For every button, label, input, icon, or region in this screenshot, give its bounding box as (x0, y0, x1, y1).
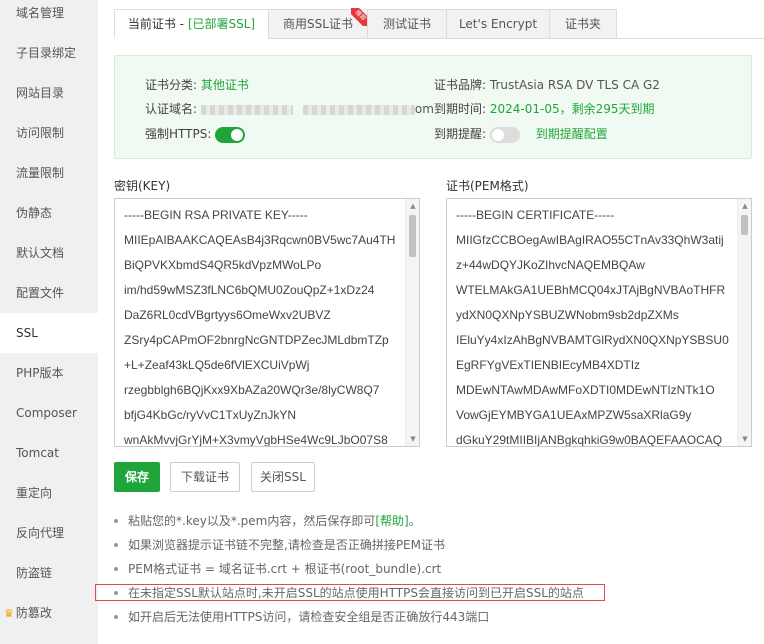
scroll-down-icon[interactable]: ▼ (738, 432, 751, 446)
sidebar: 域名管理 子目录绑定 网站目录 访问限制 流量限制 伪静态 默认文档 配置文件 … (0, 0, 98, 644)
scroll-down-icon[interactable]: ▼ (406, 432, 419, 446)
key-scrollbar[interactable]: ▲ ▼ (405, 199, 419, 446)
crown-icon: ♛ (4, 607, 14, 620)
tab-lets-encrypt[interactable]: Let's Encrypt (446, 9, 550, 39)
bullet-icon (114, 542, 118, 547)
cert-category-label: 证书分类: (145, 78, 198, 92)
sidebar-item-rewrite[interactable]: 伪静态 (0, 193, 98, 233)
bullet-icon (114, 614, 118, 619)
redacted-domain (200, 104, 293, 115)
sidebar-item-access-limit[interactable]: 访问限制 (0, 113, 98, 153)
tab-cert-folder[interactable]: 证书夹 (549, 9, 617, 39)
help-item-highlighted: 在未指定SSL默认站点时,未开启SSL的站点使用HTTPS会直接访问到已开启SS… (114, 584, 584, 601)
help-item: 粘贴您的*.key以及*.pem内容，然后保存即可[帮助]。 (114, 512, 421, 529)
key-content: -----BEGIN RSA PRIVATE KEY----- MIIEpAIB… (124, 208, 396, 447)
key-label: 密钥(KEY) (114, 179, 171, 193)
cert-brand-value: TrustAsia RSA DV TLS CA G2 (489, 78, 660, 92)
sidebar-item-label: 防篡改 (15, 606, 52, 620)
cert-content: -----BEGIN CERTIFICATE----- MIIGfzCCBOeg… (456, 208, 729, 447)
force-https-toggle[interactable] (215, 126, 246, 143)
help-item: 如果浏览器提示证书链不完整,请检查是否正确拼接PEM证书 (114, 536, 445, 553)
sidebar-item-subdir[interactable]: 子目录绑定 (0, 33, 98, 73)
sidebar-item-reverse-proxy[interactable]: 反向代理 (0, 513, 98, 553)
sidebar-item-traffic-limit[interactable]: 流量限制 (0, 153, 98, 193)
sidebar-item-tomcat[interactable]: Tomcat (0, 433, 98, 473)
cert-info-panel: 证书分类: 其他证书 认证域名: om 强制HTTPS: 证书品牌: Trust… (114, 55, 752, 159)
ssl-status: [已部署SSL] (187, 17, 256, 31)
scroll-up-icon[interactable]: ▲ (738, 199, 751, 213)
tab-current-cert[interactable]: 当前证书 - [已部署SSL] (114, 9, 269, 39)
cert-brand-label: 证书品牌: (434, 78, 487, 92)
expire-remind: 到期提醒: 到期提醒配置 (434, 125, 608, 143)
ssl-panel: 当前证书 - [已部署SSL] 商用SSL证书 推荐 测试证书 Let's En… (95, 0, 764, 644)
cert-brand: 证书品牌: TrustAsia RSA DV TLS CA G2 (434, 76, 660, 93)
save-button[interactable]: 保存 (114, 462, 160, 492)
cert-expire-label: 到期时间: (434, 102, 487, 116)
scroll-thumb[interactable] (741, 215, 748, 235)
cert-scrollbar[interactable]: ▲ ▼ (737, 199, 751, 446)
sidebar-item-redirect[interactable]: 重定向 (0, 473, 98, 513)
force-https-label: 强制HTTPS: (145, 127, 212, 141)
sidebar-item-domain[interactable]: 域名管理 (0, 0, 98, 33)
sidebar-item-composer[interactable]: Composer (0, 393, 98, 433)
key-textarea[interactable]: -----BEGIN RSA PRIVATE KEY----- MIIEpAIB… (114, 198, 420, 447)
bullet-icon (114, 518, 118, 523)
bullet-icon (114, 566, 118, 571)
cert-expire-value: 2024-01-05，剩余295天到期 (489, 102, 655, 116)
cert-domain-suffix: om (414, 102, 434, 116)
download-cert-button[interactable]: 下载证书 (170, 462, 240, 492)
sidebar-item-default-doc[interactable]: 默认文档 (0, 233, 98, 273)
close-ssl-button[interactable]: 关闭SSL (251, 462, 315, 492)
sidebar-item-hotlink[interactable]: 防盗链 (0, 553, 98, 593)
expire-remind-config-link[interactable]: 到期提醒配置 (536, 127, 608, 141)
sidebar-item-tamper-proof[interactable]: ♛ 防篡改 (0, 593, 98, 633)
sidebar-item-php-version[interactable]: PHP版本 (0, 353, 98, 393)
help-item: 如开启后无法使用HTTPS访问，请检查安全组是否正确放行443端口 (114, 608, 489, 625)
scroll-up-icon[interactable]: ▲ (406, 199, 419, 213)
sidebar-item-ssl[interactable]: SSL (0, 313, 98, 353)
help-item: PEM格式证书 = 域名证书.crt + 根证书(root_bundle).cr… (114, 560, 441, 577)
tab-label: 当前证书 - (127, 17, 188, 31)
cert-expire: 到期时间: 2024-01-05，剩余295天到期 (434, 100, 655, 117)
expire-remind-label: 到期提醒: (434, 127, 487, 141)
tab-label: 商用SSL证书 (283, 17, 353, 31)
help-link[interactable]: [帮助] (375, 514, 408, 528)
cert-textarea[interactable]: -----BEGIN CERTIFICATE----- MIIGfzCCBOeg… (446, 198, 752, 447)
cert-domain-label: 认证域名: (145, 102, 198, 116)
expire-remind-toggle[interactable] (489, 126, 520, 143)
sidebar-item-config-file[interactable]: 配置文件 (0, 273, 98, 313)
force-https: 强制HTTPS: (145, 125, 246, 143)
cert-label: 证书(PEM格式) (446, 179, 529, 193)
scroll-thumb[interactable] (409, 215, 416, 257)
sidebar-item-site-dir[interactable]: 网站目录 (0, 73, 98, 113)
cert-domain: 认证域名: om (145, 100, 434, 117)
bullet-icon (114, 590, 118, 595)
redacted-domain (302, 104, 415, 115)
tab-test-cert[interactable]: 测试证书 (367, 9, 447, 39)
cert-category-value: 其他证书 (200, 78, 249, 92)
cert-category: 证书分类: 其他证书 (145, 76, 249, 93)
tab-commercial-ssl[interactable]: 商用SSL证书 推荐 (268, 8, 369, 39)
